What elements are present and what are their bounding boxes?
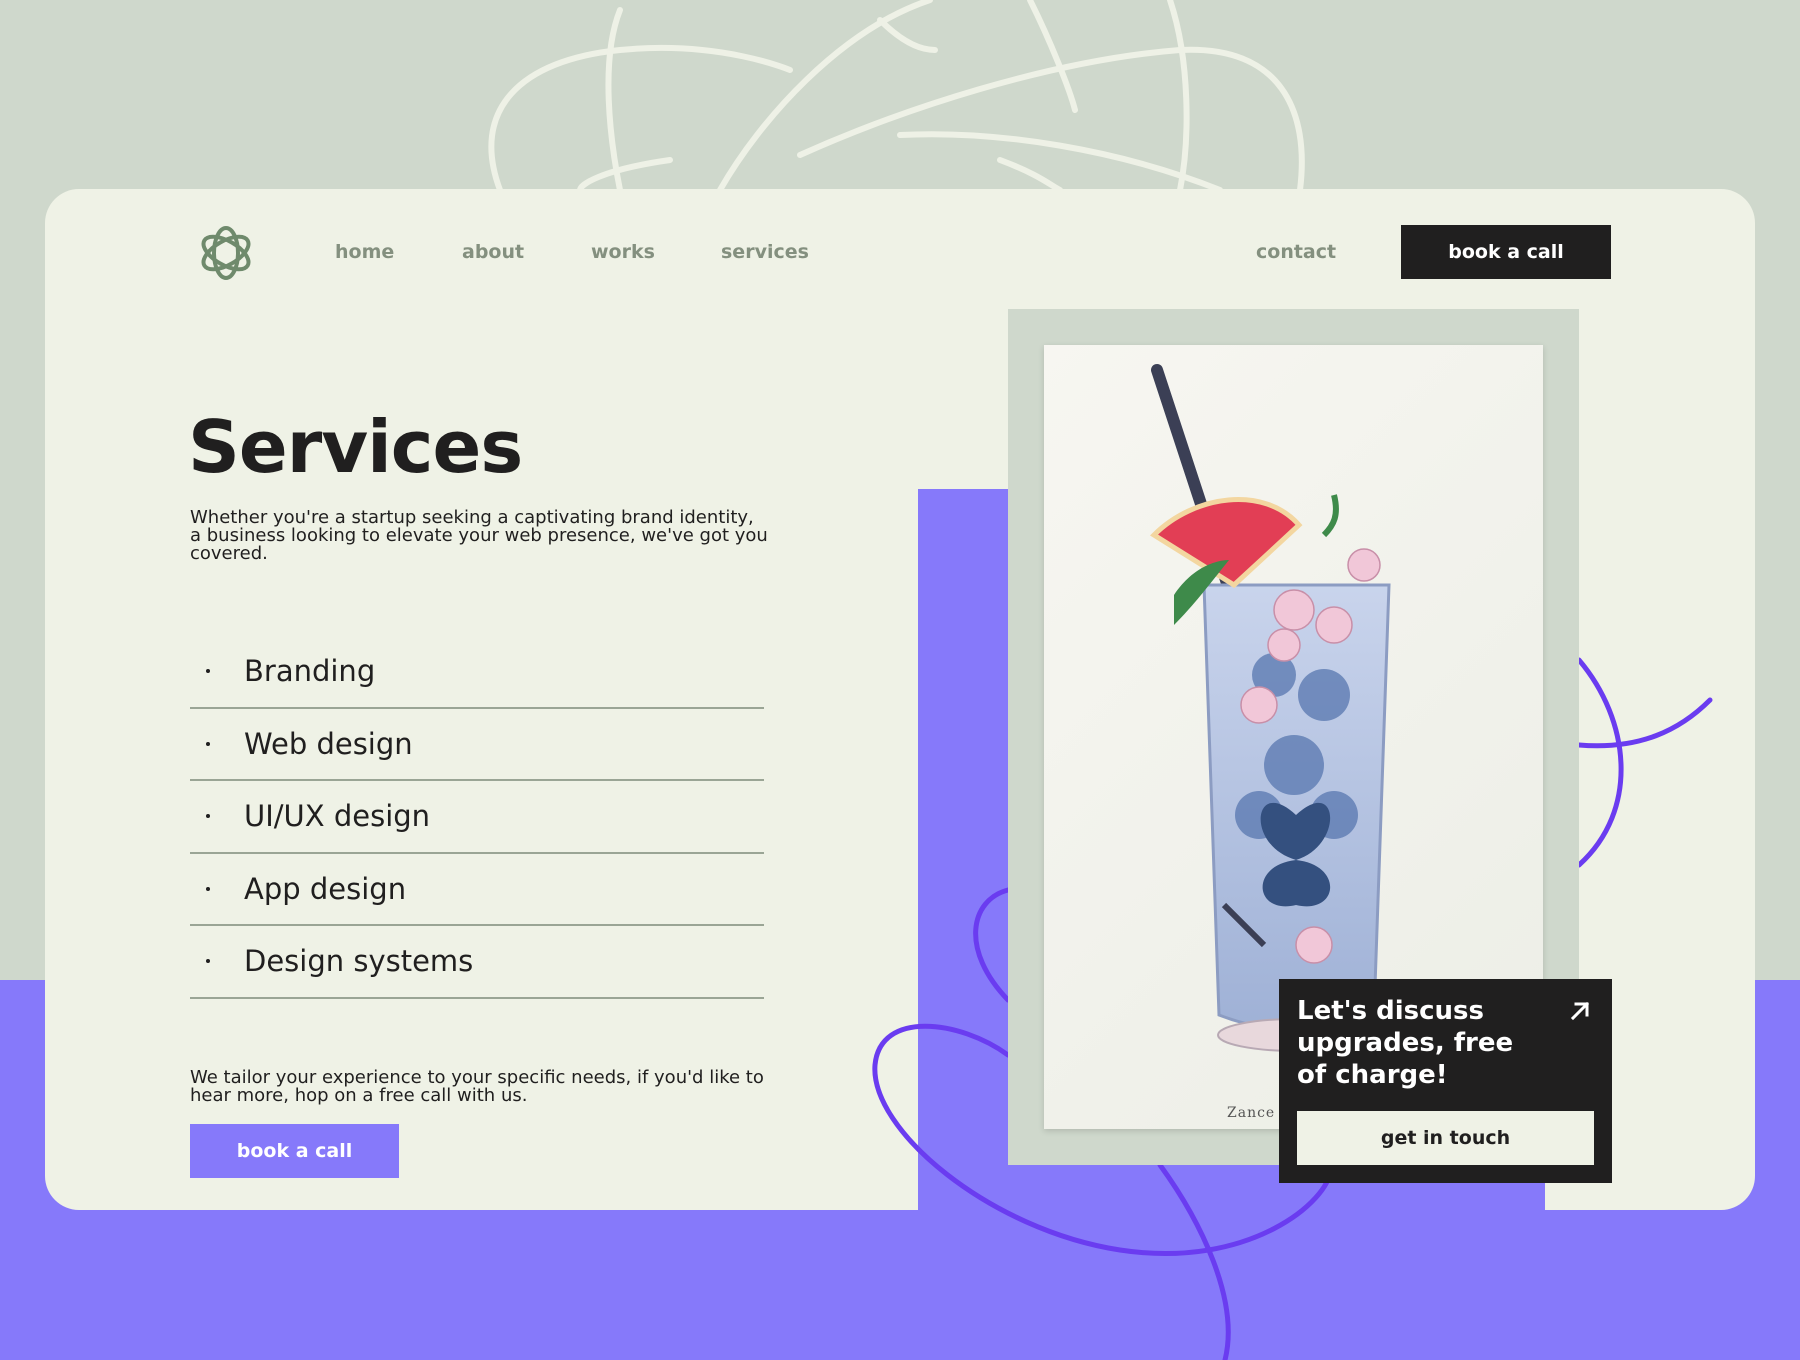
service-label: App design	[244, 871, 407, 906]
bullet-icon	[206, 959, 210, 964]
services-list: Branding Web design UI/UX design App des…	[190, 636, 764, 999]
nav-services[interactable]: services	[721, 240, 809, 264]
book-call-header-button[interactable]: book a call	[1401, 225, 1611, 279]
service-label: Branding	[244, 654, 376, 689]
promo-box: Let's discuss upgrades, free of charge! …	[1279, 979, 1612, 1183]
service-item-branding: Branding	[190, 636, 764, 709]
nav-home[interactable]: home	[335, 240, 394, 264]
service-label: UI/UX design	[244, 799, 431, 834]
nav-works[interactable]: works	[591, 240, 655, 264]
intro-text: Whether you're a startup seeking a capti…	[190, 507, 768, 564]
outro-text: We tailor your experience to your specif…	[190, 1067, 764, 1106]
bullet-icon	[206, 886, 210, 891]
service-item-uiux-design: UI/UX design	[190, 781, 764, 854]
service-label: Design systems	[244, 944, 474, 979]
service-item-web-design: Web design	[190, 709, 764, 781]
bullet-icon	[206, 741, 210, 746]
nav-contact[interactable]: contact	[1256, 240, 1336, 264]
nav-about[interactable]: about	[462, 240, 524, 264]
artist-signature: Zance	[1227, 1105, 1276, 1121]
service-item-app-design: App design	[190, 854, 764, 926]
book-call-button[interactable]: book a call	[190, 1124, 399, 1178]
arrow-up-right-icon[interactable]	[1568, 999, 1592, 1023]
get-in-touch-button[interactable]: get in touch	[1297, 1111, 1594, 1165]
bullet-icon	[206, 669, 210, 674]
bullet-icon	[206, 814, 210, 819]
promo-heading: Let's discuss upgrades, free of charge!	[1297, 996, 1514, 1090]
knot-logo-icon[interactable]	[195, 222, 257, 284]
service-item-design-systems: Design systems	[190, 926, 764, 999]
service-label: Web design	[244, 726, 413, 761]
page-title: Services	[188, 405, 523, 489]
